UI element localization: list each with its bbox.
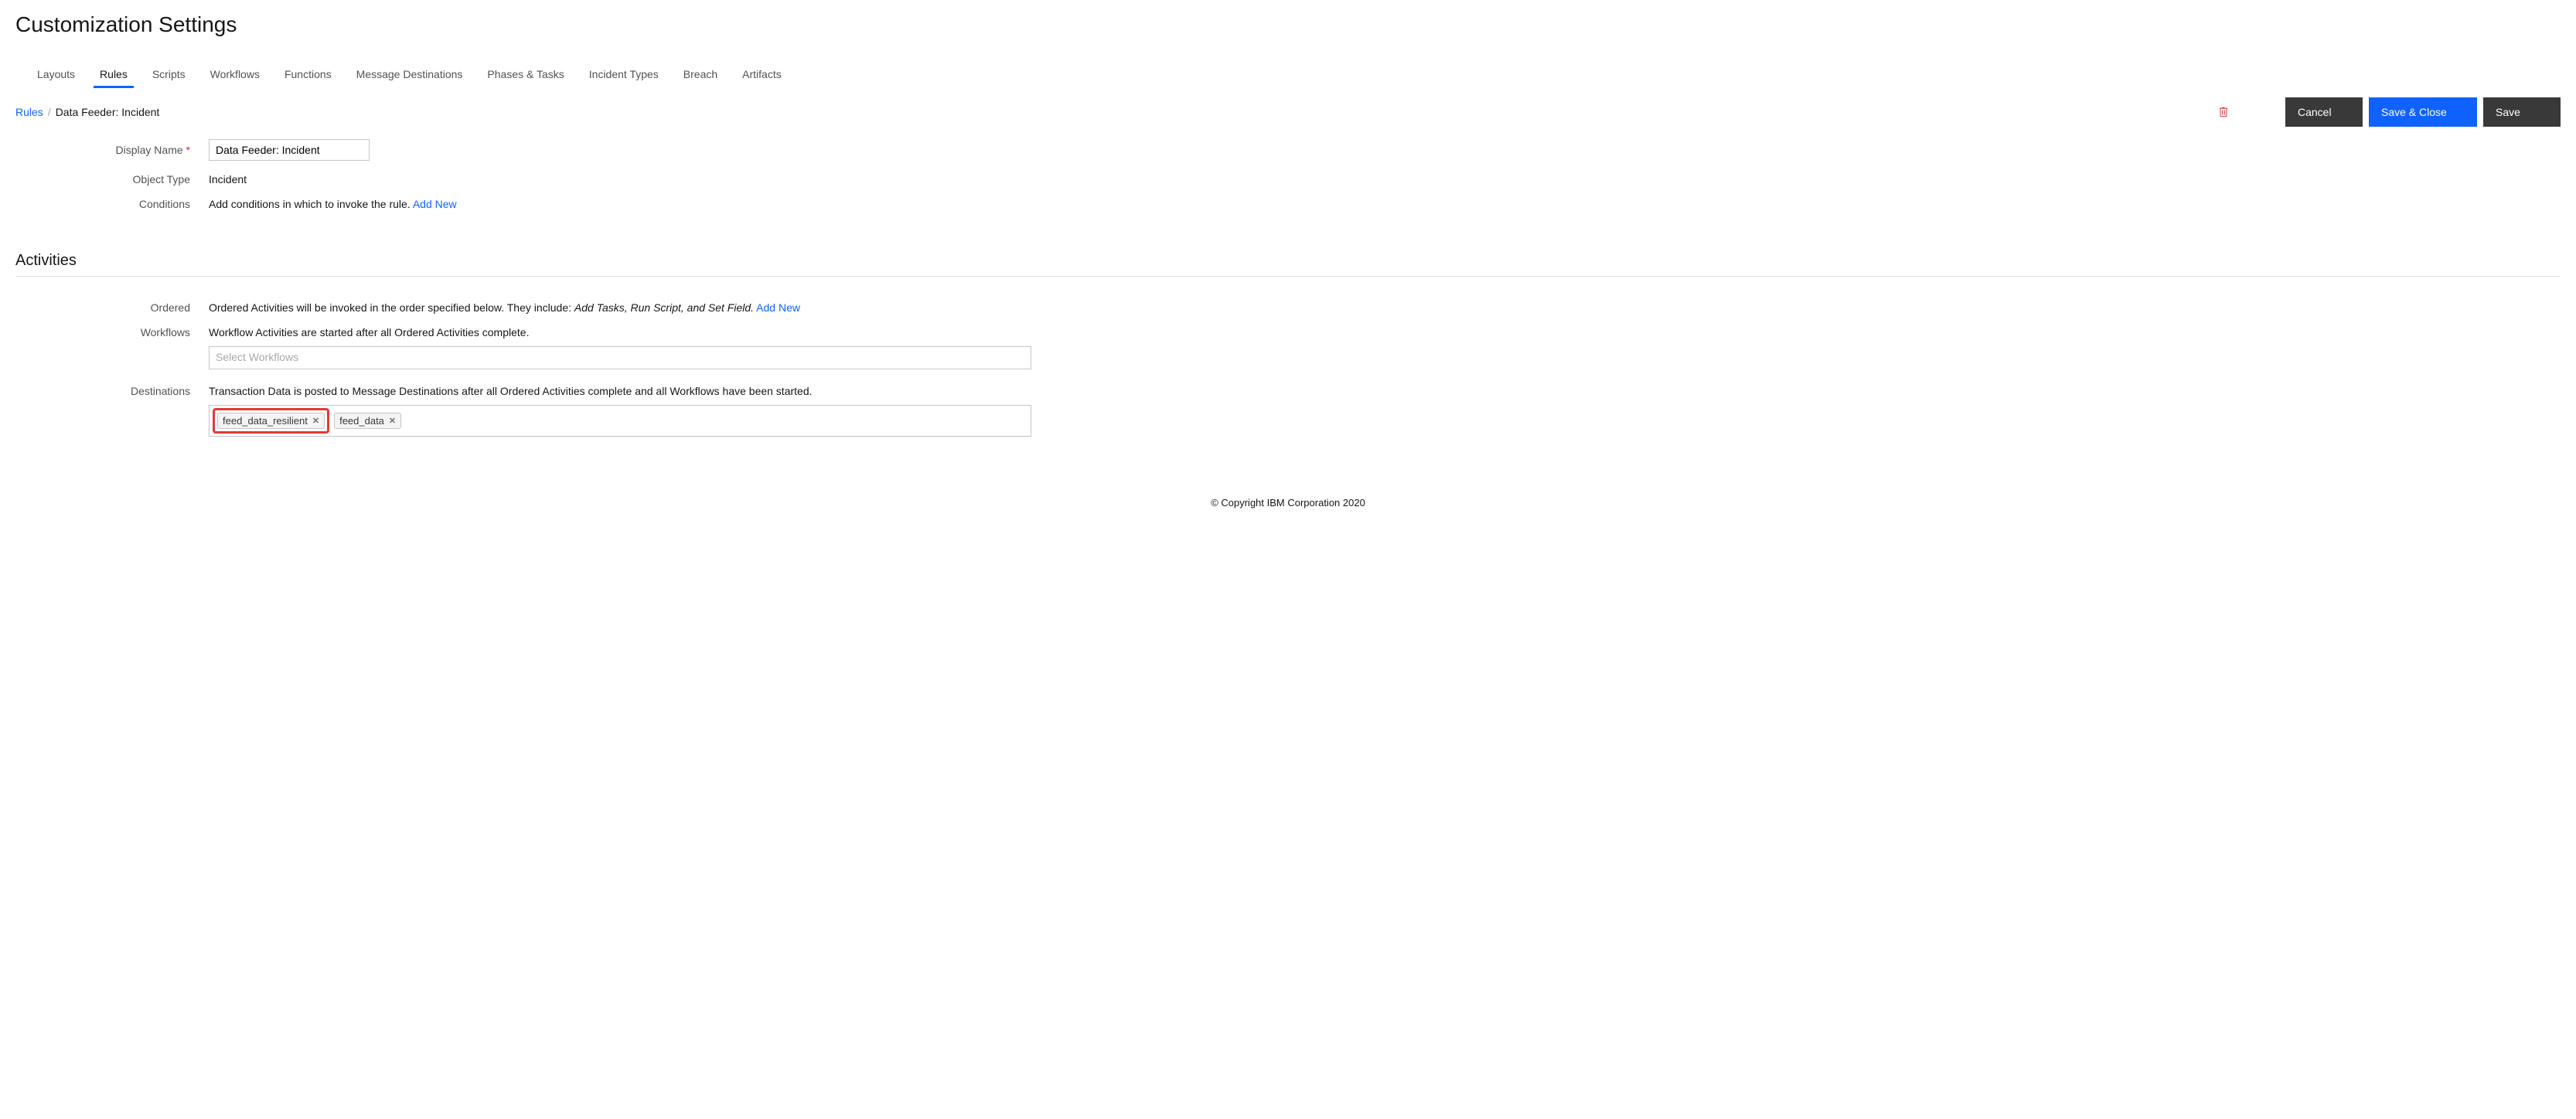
required-asterisk: * (186, 144, 190, 156)
tab-workflows[interactable]: Workflows (198, 62, 272, 88)
tab-artifacts[interactable]: Artifacts (730, 62, 794, 88)
tab-phases-tasks[interactable]: Phases & Tasks (475, 62, 576, 88)
breadcrumb-root-link[interactable]: Rules (15, 106, 43, 118)
action-bar: Cancel Save & Close Save (2211, 97, 2561, 127)
tab-breach[interactable]: Breach (671, 62, 730, 88)
copyright-footer: © Copyright IBM Corporation 2020 (15, 497, 2561, 508)
ordered-add-new-link[interactable]: Add New (756, 301, 800, 314)
conditions-text: Add conditions in which to invoke the ru… (209, 198, 411, 210)
ordered-label: Ordered (15, 297, 209, 314)
display-name-label: Display Name * (15, 139, 209, 156)
workflows-label: Workflows (15, 321, 209, 338)
conditions-add-new-link[interactable]: Add New (413, 198, 457, 210)
tab-incident-types[interactable]: Incident Types (577, 62, 671, 88)
workflows-text: Workflow Activities are started after al… (209, 321, 1047, 338)
delete-icon[interactable] (2211, 100, 2236, 124)
breadcrumb-current: Data Feeder: Incident (56, 106, 160, 118)
breadcrumb: Rules / Data Feeder: Incident (15, 106, 159, 118)
tag-remove-icon[interactable]: ✕ (389, 416, 396, 426)
object-type-label: Object Type (15, 168, 209, 185)
tab-functions[interactable]: Functions (272, 62, 344, 88)
save-button[interactable]: Save (2483, 97, 2561, 127)
tabs-nav: Layouts Rules Scripts Workflows Function… (15, 62, 2561, 88)
tag-remove-icon[interactable]: ✕ (312, 416, 319, 426)
destinations-label: Destinations (15, 380, 209, 397)
destination-tag[interactable]: feed_data ✕ (334, 413, 401, 429)
display-name-input[interactable] (209, 139, 370, 161)
save-and-close-button[interactable]: Save & Close (2369, 97, 2477, 127)
destination-tag-label: feed_data (339, 415, 384, 427)
destinations-tag-input[interactable]: feed_data_resilient ✕ feed_data ✕ (209, 405, 1031, 437)
page-title: Customization Settings (15, 12, 2561, 37)
conditions-label: Conditions (15, 193, 209, 210)
ordered-italic: Add Tasks, Run Script, and Set Field. (574, 301, 754, 314)
workflows-select[interactable]: Select Workflows (209, 346, 1031, 369)
object-type-value: Incident (209, 168, 1047, 185)
tab-rules[interactable]: Rules (87, 62, 140, 88)
highlighted-tag-callout: feed_data_resilient ✕ (213, 408, 329, 434)
tab-scripts[interactable]: Scripts (140, 62, 198, 88)
tab-layouts[interactable]: Layouts (25, 62, 87, 88)
destination-tag[interactable]: feed_data_resilient ✕ (217, 413, 325, 429)
tab-message-destinations[interactable]: Message Destinations (344, 62, 475, 88)
cancel-button[interactable]: Cancel (2285, 97, 2363, 127)
ordered-text: Ordered Activities will be invoked in th… (209, 301, 574, 314)
destination-tag-label: feed_data_resilient (223, 415, 308, 427)
activities-heading: Activities (15, 233, 2561, 277)
breadcrumb-separator: / (48, 106, 51, 118)
destinations-text: Transaction Data is posted to Message De… (209, 380, 1047, 397)
